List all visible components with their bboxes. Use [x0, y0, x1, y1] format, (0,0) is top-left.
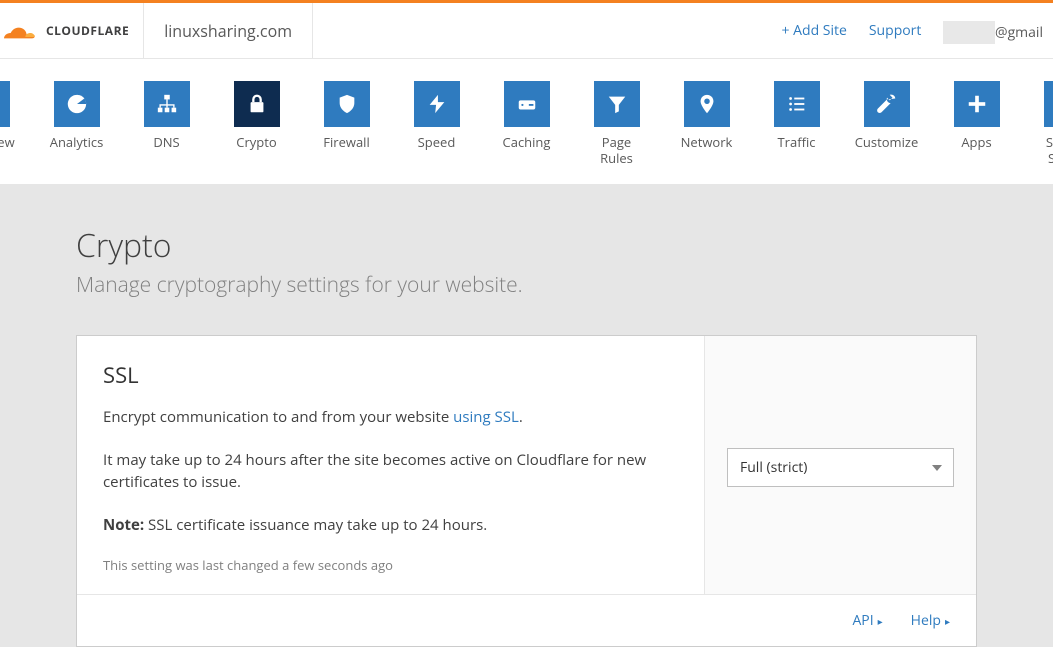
nav-tab-page-rules[interactable]: Page Rules: [587, 81, 647, 166]
ssl-desc-1: Encrypt communication to and from your w…: [103, 406, 678, 429]
ssl-select-value: Full (strict): [740, 458, 807, 477]
nav-label: Network: [681, 135, 733, 151]
nav-tab-traffic[interactable]: Traffic: [767, 81, 827, 166]
ssl-card-footer: API ▸ Help ▸: [77, 594, 976, 646]
ssl-card-title: SSL: [103, 360, 678, 390]
note-text: SSL certificate issuance may take up to …: [144, 515, 487, 535]
using-ssl-link[interactable]: using SSL: [453, 407, 519, 427]
nav-tab-scrape-shield[interactable]: Scrape Shield: [1037, 81, 1053, 166]
ssl-card-content: SSL Encrypt communication to and from yo…: [77, 336, 704, 594]
page-subtitle: Manage cryptography settings for your we…: [76, 271, 977, 299]
cloudflare-logo-icon: [0, 21, 40, 41]
nav-label: Customize: [855, 135, 919, 151]
nav-label: Page Rules: [587, 135, 647, 166]
page-title: Crypto: [76, 224, 977, 267]
plus-icon: [954, 81, 1000, 127]
nav-tab-caching[interactable]: Caching: [497, 81, 557, 166]
nav-label: Overview: [0, 135, 15, 151]
ssl-desc-2: It may take up to 24 hours after the sit…: [103, 449, 678, 494]
main-content: Crypto Manage cryptography settings for …: [0, 184, 1053, 647]
nav-label: Crypto: [236, 135, 276, 151]
caret-right-icon: ▸: [945, 614, 950, 628]
sitemap-icon: [144, 81, 190, 127]
nav-label: Apps: [961, 135, 991, 151]
nav-tab-crypto[interactable]: Crypto: [227, 81, 287, 166]
nav-label: Caching: [503, 135, 551, 151]
nav-tab-customize[interactable]: Customize: [857, 81, 917, 166]
help-link[interactable]: Help ▸: [911, 611, 950, 630]
wrench-icon: [864, 81, 910, 127]
brand-text: CLOUDFLARE: [46, 22, 129, 39]
bolt-icon: [414, 81, 460, 127]
ssl-card: SSL Encrypt communication to and from yo…: [76, 335, 977, 647]
header-bar: CLOUDFLARE linuxsharing.com + Add Site S…: [0, 3, 1053, 59]
nav-tab-apps[interactable]: Apps: [947, 81, 1007, 166]
nav-label: Traffic: [778, 135, 816, 151]
nav-label: Analytics: [50, 135, 104, 151]
nav-label: DNS: [153, 135, 179, 151]
email-suffix: @gmail: [995, 23, 1043, 42]
ssl-mode-select[interactable]: Full (strict): [727, 448, 954, 487]
pie-icon: [54, 81, 100, 127]
caret-right-icon: ▸: [878, 614, 883, 628]
nav-tab-dns[interactable]: DNS: [137, 81, 197, 166]
doc-icon: [1044, 81, 1053, 127]
api-link[interactable]: API ▸: [852, 611, 882, 630]
nav-tab-overview[interactable]: Overview: [0, 81, 17, 166]
lock-icon: [234, 81, 280, 127]
support-link[interactable]: Support: [869, 21, 922, 40]
ssl-last-changed: This setting was last changed a few seco…: [103, 556, 678, 574]
add-site-link[interactable]: + Add Site: [782, 21, 847, 40]
user-email[interactable]: @gmail: [943, 20, 1043, 42]
nav-tab-network[interactable]: Network: [677, 81, 737, 166]
shield-icon: [324, 81, 370, 127]
funnel-icon: [594, 81, 640, 127]
note-label: Note:: [103, 515, 144, 535]
ssl-card-controls: Full (strict): [704, 336, 976, 594]
nav-label: Speed: [418, 135, 456, 151]
drive-icon: [504, 81, 550, 127]
nav-tab-analytics[interactable]: Analytics: [47, 81, 107, 166]
nav-label: Firewall: [323, 135, 369, 151]
list-icon: [774, 81, 820, 127]
ssl-note: Note: SSL certificate issuance may take …: [103, 514, 678, 537]
nav-tab-firewall[interactable]: Firewall: [317, 81, 377, 166]
header-links: + Add Site Support @gmail: [782, 20, 1053, 42]
email-redacted: [943, 21, 995, 44]
clipboard-icon: [0, 81, 10, 127]
nav-tabs: Overview Analytics DNS Crypto Firewall S…: [0, 59, 1053, 184]
nav-label: Scrape Shield: [1037, 135, 1053, 166]
nav-tab-speed[interactable]: Speed: [407, 81, 467, 166]
pin-icon: [684, 81, 730, 127]
domain-selector[interactable]: linuxsharing.com: [144, 3, 313, 58]
current-domain: linuxsharing.com: [164, 20, 292, 42]
logo-section[interactable]: CLOUDFLARE: [0, 3, 144, 58]
